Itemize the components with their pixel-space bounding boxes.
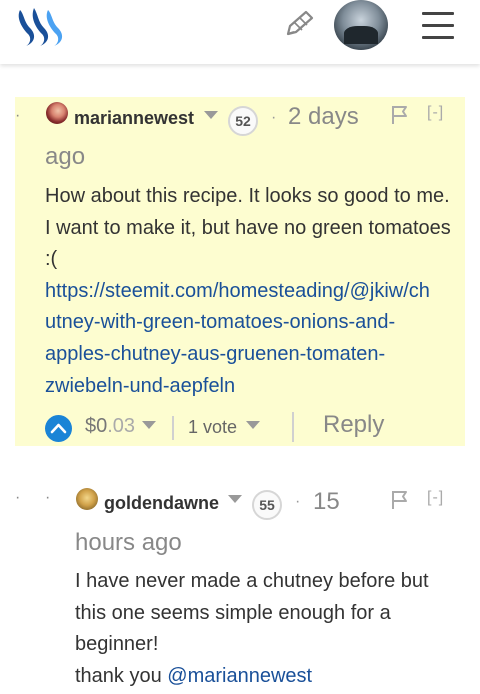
collapse-toggle[interactable]: [-] <box>427 104 444 122</box>
recipe-link-line[interactable]: apples-chutney-aus-gruenen-tomaten- <box>45 339 465 371</box>
chevron-down-icon[interactable] <box>246 421 260 429</box>
meta-separator: · <box>295 493 301 510</box>
comment-body-line: this one seems simple enough for a <box>75 601 391 624</box>
comment-body-line: :( <box>45 248 58 271</box>
chevron-up-icon <box>50 423 67 434</box>
divider <box>292 412 294 442</box>
recipe-link-line[interactable]: zwiebeln-und-aepfeln <box>45 371 465 403</box>
reputation-badge: 52 <box>228 106 258 136</box>
vote-count[interactable]: 1 vote <box>188 417 237 438</box>
upvote-button[interactable] <box>45 415 72 442</box>
comment-author[interactable]: goldendawne <box>104 493 219 514</box>
comment-timestamp[interactable]: 2 days <box>288 103 359 131</box>
thread-depth-dot: · <box>45 489 51 506</box>
thanks-text: thank you <box>75 664 168 687</box>
reputation-badge: 55 <box>252 490 282 520</box>
recipe-link-line[interactable]: https://steemit.com/homesteading/@jkiw/c… <box>45 276 465 308</box>
meta-separator: · <box>271 109 277 126</box>
author-avatar[interactable] <box>46 102 68 124</box>
thread-depth-dot: · <box>15 489 21 506</box>
payout-amount[interactable]: $0.03 <box>85 415 135 438</box>
recipe-link[interactable]: https://steemit.com/homesteading/@jkiw/c… <box>45 276 465 402</box>
chevron-down-icon[interactable] <box>142 421 156 429</box>
divider <box>172 416 174 440</box>
payout-dollars: $0 <box>85 415 108 437</box>
comment-body-line: beginner! <box>75 633 159 656</box>
payout-cents: .03 <box>107 415 136 437</box>
comment-body-line: I want to make it, but have no green tom… <box>45 216 451 239</box>
pencil-icon[interactable] <box>282 8 318 40</box>
steemit-logo-icon[interactable] <box>14 4 68 48</box>
reply-button[interactable]: Reply <box>323 411 384 439</box>
comment-body-line: I have never made a chutney before but <box>75 570 429 592</box>
top-navigation-bar <box>0 0 480 64</box>
collapse-toggle[interactable]: [-] <box>427 489 444 507</box>
author-avatar[interactable] <box>76 488 98 510</box>
comment-body-line: How about this recipe. It looks so good … <box>45 185 450 207</box>
thread-depth-dot: · <box>15 107 21 124</box>
comment-body-line: thank you @mariannewest <box>75 661 470 693</box>
recipe-link-line[interactable]: utney-with-green-tomatoes-onions-and- <box>45 307 465 339</box>
comment-author[interactable]: mariannewest <box>74 108 194 129</box>
comment-body: How about this recipe. It looks so good … <box>45 181 465 402</box>
flag-icon[interactable] <box>390 489 410 511</box>
user-mention-link[interactable]: @mariannewest <box>167 665 312 687</box>
hamburger-menu-icon[interactable] <box>420 12 456 40</box>
flag-icon[interactable] <box>390 104 410 126</box>
comment-body: I have never made a chutney before but t… <box>75 566 470 692</box>
chevron-down-icon[interactable] <box>204 111 218 119</box>
user-avatar-icon[interactable] <box>334 0 388 50</box>
comment-timestamp-continued: ago <box>45 143 86 170</box>
comment-timestamp[interactable]: 15 <box>313 488 340 516</box>
comment-timestamp-continued: hours ago <box>75 529 182 556</box>
chevron-down-icon[interactable] <box>228 495 242 503</box>
